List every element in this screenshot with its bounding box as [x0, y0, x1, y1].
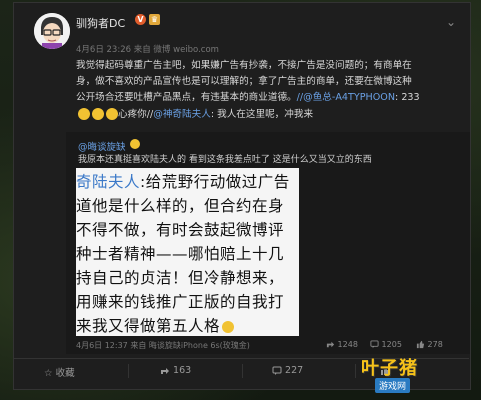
share-button[interactable]: 163 [160, 365, 191, 376]
post-body-line: 我觉得起码尊重广告主吧，如果嫌广告有抄袭，不接广告是没问题的；有商单在 [76, 60, 412, 71]
favorite-label: 收藏 [55, 368, 75, 379]
retweet-share-stat[interactable]: 1248 [326, 340, 358, 349]
post-body-text: 公开场合还要吐槽产品黑点，有违基本的商业道德。 [76, 92, 297, 104]
comment-count: 227 [285, 365, 304, 376]
comment-button[interactable]: 227 [272, 365, 303, 376]
post-body-line: 心疼你//@神奇陆夫人: 我人在这里呢，冲我来 [76, 107, 460, 123]
retweet-comment-count: 1205 [381, 340, 402, 349]
v-badge-icon: V [135, 14, 146, 25]
comment-icon [370, 340, 379, 349]
emoji-icon [222, 320, 235, 333]
image-text-line: 来我又得做第五人格 [76, 314, 299, 336]
image-text-line: 种士者精神——哪怕赔上十几 [76, 245, 285, 263]
retweet-like-stat[interactable]: 278 [416, 340, 443, 349]
post-body-line: 公开场合还要吐槽产品黑点，有违基本的商业道德。//@鱼总-A4TYPHOON: … [76, 90, 460, 106]
post-body-text: : 我人在这里呢，冲我来 [210, 108, 314, 120]
mention-link[interactable]: @神奇陆夫人 [153, 109, 211, 120]
watermark-title: 叶子猪 [361, 358, 418, 379]
action-separator [242, 364, 243, 378]
weibo-post-card: 驯狗者DC V ♛ ⌄ 4月6日 23:26 来自 微博 weibo.com 我… [13, 2, 471, 390]
retweet-share-count: 1248 [337, 340, 358, 349]
post-body-text: 心疼你// [118, 108, 154, 120]
post-meta: 4月6日 23:26 来自 微博 weibo.com [76, 45, 219, 55]
retweet-text: 我原本还真挺喜欢陆夫人的 看到这条我差点吐了 这是什么又当又立的东西 [78, 155, 372, 165]
share-icon [161, 367, 169, 374]
image-text-line: 道他是什么样的，但合约在身 [76, 197, 285, 215]
retweet-like-count: 278 [427, 340, 443, 349]
emoji-icon [130, 139, 140, 149]
crown-badge-icon: ♛ [149, 14, 160, 25]
emoji-icon [106, 107, 118, 120]
watermark-url: 游戏网 [375, 378, 411, 393]
image-text-line: 奇陆夫人:给荒野行动做过广告 [76, 170, 299, 192]
retweet-username[interactable]: @晦谈旋缺 [78, 139, 126, 153]
share-count: 163 [173, 365, 192, 376]
mention-link[interactable]: //@鱼总-A4TYPHOON [297, 92, 395, 103]
retweet-comment-stat[interactable]: 1205 [370, 340, 402, 349]
avatar[interactable] [34, 13, 70, 49]
image-text-line: 用赚来的钱推广正版的自我打 [76, 293, 285, 311]
image-text: 来我又得做第五人格 [76, 317, 221, 335]
favorite-icon: ☆ [44, 368, 53, 379]
image-text: :给荒野行动做过广告 [140, 173, 290, 191]
action-separator [128, 364, 129, 378]
retweet-image[interactable]: 奇陆夫人:给荒野行动做过广告 道他是什么样的，但合约在身 不得不做，有时会鼓起微… [76, 168, 299, 336]
post-username[interactable]: 驯狗者DC [76, 15, 125, 31]
like-icon [416, 340, 425, 349]
post-body: 我觉得起码尊重广告主吧，如果嫌广告有抄袭，不接广告是没问题的；有商单在 身，做不… [76, 58, 460, 123]
image-text-line: 不得不做，有时会鼓起微博评 [76, 221, 285, 239]
retweet-block[interactable]: @晦谈旋缺 我原本还真挺喜欢陆夫人的 看到这条我差点吐了 这是什么又当又立的东西… [66, 132, 470, 354]
comment-icon [272, 366, 282, 375]
post-body-line: 身，做不喜欢的产品宣传也是可以理解的；拿了广告主的商单，还要在微博这种 [76, 76, 412, 88]
retweet-meta: 4月6日 12:37 来自 晦谈旋缺iPhone 6s(玫瑰金) [76, 341, 250, 350]
emoji-icon [92, 107, 104, 120]
site-watermark: 叶子猪 游戏网 [355, 352, 475, 396]
favorite-button[interactable]: ☆ 收藏 [44, 365, 75, 379]
post-body-text: : 233 [395, 92, 420, 104]
image-text-line: 持自己的贞洁！但冷静想来， [76, 269, 285, 287]
image-text-highlight: 奇陆夫人 [76, 173, 141, 191]
share-icon [326, 341, 335, 348]
more-icon[interactable]: ⌄ [446, 15, 456, 29]
emoji-icon [78, 107, 90, 120]
